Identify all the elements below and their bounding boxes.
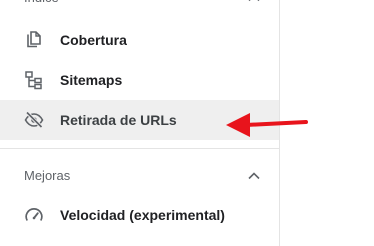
sidebar-item-label: Cobertura bbox=[60, 32, 127, 48]
sidebar-item-sitemaps[interactable]: Sitemaps bbox=[0, 60, 279, 100]
sidebar-item-cobertura[interactable]: Cobertura bbox=[0, 20, 279, 60]
eye-off-icon bbox=[24, 110, 44, 130]
section-divider bbox=[0, 148, 279, 149]
section-header-indice[interactable]: Índice bbox=[0, 0, 279, 8]
sidebar-item-velocidad[interactable]: Velocidad (experimental) bbox=[0, 195, 279, 235]
section-header-mejoras[interactable]: Mejoras bbox=[0, 166, 279, 186]
section-title: Mejoras bbox=[24, 168, 71, 183]
chevron-up-icon[interactable] bbox=[247, 169, 261, 183]
sidebar-item-label: Retirada de URLs bbox=[60, 112, 177, 128]
red-arrow-annotation bbox=[226, 113, 308, 137]
speed-gauge-icon bbox=[24, 205, 44, 225]
sidebar-item-label: Velocidad (experimental) bbox=[60, 207, 225, 223]
sidebar-item-label: Sitemaps bbox=[60, 72, 123, 88]
section-title: Índice bbox=[24, 0, 59, 8]
chevron-up-icon[interactable] bbox=[247, 0, 261, 5]
sitemap-tree-icon bbox=[24, 70, 44, 90]
copy-pages-icon bbox=[24, 30, 44, 50]
